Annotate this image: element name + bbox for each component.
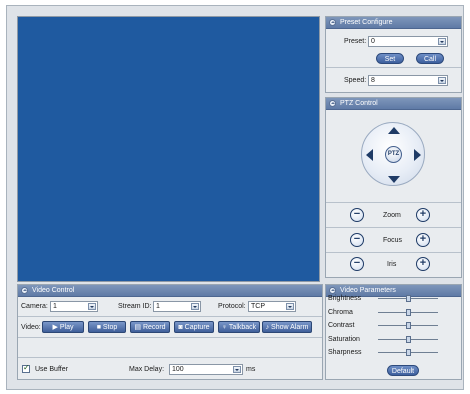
stop-button[interactable]: ■ Stop <box>88 321 126 333</box>
focus-out-button[interactable]: − <box>350 233 364 247</box>
speed-label: Speed: <box>344 77 367 84</box>
chevron-down-icon[interactable] <box>191 303 199 310</box>
param-slider[interactable] <box>378 295 438 302</box>
record-icon: ▤ <box>134 324 143 331</box>
slider-thumb[interactable] <box>405 335 411 343</box>
iris-label: Iris <box>387 261 397 268</box>
call-button[interactable]: Call <box>416 53 444 64</box>
microphone-icon: ♀ <box>221 324 229 331</box>
collapse-icon[interactable] <box>329 287 336 294</box>
param-label: Saturation <box>328 335 360 343</box>
slider-thumb[interactable] <box>405 308 411 316</box>
protocol-select[interactable]: TCP <box>248 301 296 312</box>
set-button[interactable]: Set <box>376 53 404 64</box>
preset-select[interactable]: 0 <box>368 36 448 47</box>
divider <box>18 337 322 338</box>
max-delay-label: Max Delay: <box>129 366 165 373</box>
video-control-title: Video Control <box>32 287 75 294</box>
ms-label: ms <box>246 366 256 373</box>
talkback-label: Talkback <box>228 324 257 331</box>
video-label: Video: <box>21 324 41 331</box>
collapse-icon[interactable] <box>329 100 336 107</box>
record-button[interactable]: ▤ Record <box>130 321 170 333</box>
record-label: Record <box>142 324 166 331</box>
divider <box>326 252 461 253</box>
stop-label: Stop <box>102 324 118 331</box>
pan-up-icon[interactable] <box>388 127 400 134</box>
divider <box>18 357 322 358</box>
chevron-down-icon[interactable] <box>286 303 294 310</box>
param-label: Chroma <box>328 308 353 316</box>
video-display[interactable] <box>17 16 320 282</box>
param-slider[interactable] <box>378 335 438 343</box>
focus-label: Focus <box>383 237 403 244</box>
speed-value: 8 <box>371 77 375 84</box>
param-label: Sharpness <box>328 349 362 356</box>
chevron-down-icon[interactable] <box>438 38 446 45</box>
ptz-center-button[interactable]: PTZ <box>385 146 402 163</box>
pan-down-icon[interactable] <box>388 176 400 183</box>
iris-open-button[interactable]: + <box>416 257 430 271</box>
pan-left-icon[interactable] <box>366 149 373 161</box>
camera-select[interactable]: 1 <box>50 301 98 312</box>
talkback-button[interactable]: ♀ Talkback <box>218 321 260 333</box>
divider <box>326 227 461 228</box>
default-button[interactable]: Default <box>387 365 419 376</box>
slider-thumb[interactable] <box>405 295 411 302</box>
slider-thumb[interactable] <box>405 349 411 356</box>
divider <box>326 202 461 203</box>
use-buffer-label: Use Buffer <box>35 366 68 373</box>
chevron-down-icon[interactable] <box>233 366 241 373</box>
stream-id-value: 1 <box>156 303 160 310</box>
use-buffer-checkbox[interactable] <box>22 363 30 373</box>
focus-in-button[interactable]: + <box>416 233 430 247</box>
divider <box>18 316 322 317</box>
camera-value: 1 <box>53 303 57 310</box>
capture-button[interactable]: ◙ Capture <box>174 321 214 333</box>
ptz-title: PTZ Control <box>340 100 378 107</box>
iris-close-button[interactable]: − <box>350 257 364 271</box>
collapse-icon[interactable] <box>21 287 28 294</box>
camera-label: Camera: <box>21 303 48 310</box>
video-control-header: Video Control <box>18 285 322 297</box>
protocol-value: TCP <box>251 303 265 310</box>
video-params-title: Video Parameters <box>340 287 396 294</box>
chevron-down-icon[interactable] <box>88 303 96 310</box>
zoom-label: Zoom <box>383 212 401 219</box>
param-slider[interactable] <box>378 308 438 316</box>
zoom-out-button[interactable]: − <box>350 208 364 222</box>
param-label: Brightness <box>328 295 362 302</box>
preset-title: Preset Configure <box>340 19 393 26</box>
play-button[interactable]: ▶ Play <box>42 321 84 333</box>
preset-header: Preset Configure <box>326 17 461 29</box>
collapse-icon[interactable] <box>329 19 336 26</box>
stream-id-select[interactable]: 1 <box>153 301 201 312</box>
show-alarm-button[interactable]: ♪ Show Alarm <box>262 321 312 333</box>
divider <box>326 67 461 68</box>
chevron-down-icon[interactable] <box>438 77 446 84</box>
preset-label: Preset: <box>344 38 367 45</box>
capture-label: Capture <box>184 324 210 331</box>
preset-value: 0 <box>371 38 375 45</box>
protocol-label: Protocol: <box>218 303 246 310</box>
show-alarm-label: Show Alarm <box>271 324 309 331</box>
play-icon: ▶ <box>52 324 60 331</box>
ptz-header: PTZ Control <box>326 98 461 110</box>
speed-select[interactable]: 8 <box>368 75 448 86</box>
zoom-in-button[interactable]: + <box>416 208 430 222</box>
max-delay-value: 100 <box>172 366 184 373</box>
stream-id-label: Stream ID: <box>118 303 152 310</box>
pan-right-icon[interactable] <box>414 149 421 161</box>
param-label: Contrast <box>328 322 355 329</box>
slider-thumb[interactable] <box>405 322 411 329</box>
max-delay-select[interactable]: 100 <box>169 364 243 375</box>
play-label: Play <box>59 324 74 331</box>
param-slider[interactable] <box>378 322 438 329</box>
param-slider[interactable] <box>378 349 438 356</box>
